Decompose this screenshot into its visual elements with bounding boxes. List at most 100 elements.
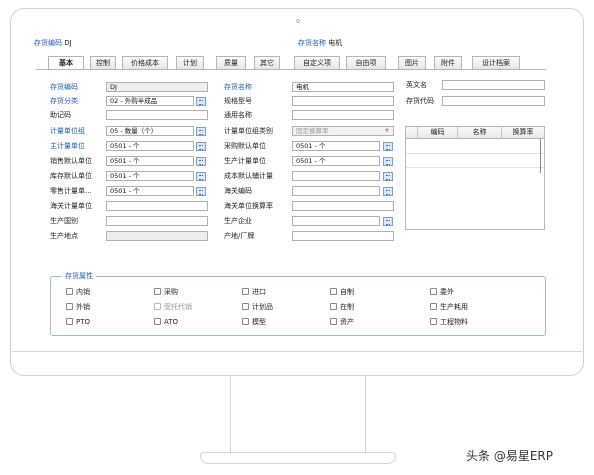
cost-aux-unit-field[interactable] bbox=[292, 171, 380, 181]
tab-attachment[interactable]: 附件 bbox=[434, 56, 462, 69]
checkbox-model[interactable]: 模型 bbox=[242, 318, 266, 327]
checkbox-icon bbox=[154, 303, 161, 310]
checkbox-purchase[interactable]: 采购 bbox=[154, 288, 178, 297]
tab-free-items[interactable]: 自由项 bbox=[346, 56, 386, 69]
production-unit-field[interactable]: 0501 - 个 bbox=[292, 156, 380, 166]
tab-plan[interactable]: 计划 bbox=[176, 56, 204, 69]
checkbox-import[interactable]: 进口 bbox=[242, 288, 266, 297]
grid-row-line bbox=[406, 167, 544, 168]
checkbox-icon[interactable] bbox=[330, 288, 337, 295]
attributes-title: 存货属性 bbox=[62, 271, 96, 281]
label-main-unit: 主计量单位 bbox=[50, 142, 85, 150]
unit-group-field[interactable]: 05 - 数量（个） bbox=[106, 126, 194, 136]
label-common-name: 通用名称 bbox=[224, 111, 252, 119]
checkbox-export-sales[interactable]: 外销 bbox=[66, 303, 90, 312]
checkbox-icon[interactable] bbox=[66, 303, 73, 310]
lookup-icon[interactable] bbox=[196, 171, 206, 181]
checkbox-icon[interactable] bbox=[242, 318, 249, 325]
label-retail-unit: 零售计量单... bbox=[50, 187, 92, 195]
label-manufacturer: 生产企业 bbox=[224, 217, 252, 225]
label-customs-conversion-rate: 海关单位换算率 bbox=[224, 202, 273, 210]
checkbox-planned-item[interactable]: 计划品 bbox=[242, 303, 273, 312]
watermark: 头条 @易星ERP bbox=[466, 449, 553, 463]
checkbox-engineering-material[interactable]: 工程物料 bbox=[430, 318, 468, 327]
tab-quality[interactable]: 质量 bbox=[216, 56, 246, 69]
tab-other[interactable]: 其它 bbox=[254, 56, 280, 69]
retail-unit-field[interactable]: 0501 - 个 bbox=[106, 186, 194, 196]
label-customs-code: 海关编码 bbox=[224, 187, 252, 195]
stock-default-unit-field[interactable]: 0501 - 个 bbox=[106, 171, 194, 181]
common-name-field[interactable] bbox=[292, 110, 394, 120]
checkbox-outsourced[interactable]: 委外 bbox=[430, 288, 454, 297]
checkbox-icon[interactable] bbox=[430, 303, 437, 310]
checkbox-icon[interactable] bbox=[242, 303, 249, 310]
tab-price-cost[interactable]: 价格成本 bbox=[122, 56, 168, 69]
label-customs-unit: 海关计量单位 bbox=[50, 202, 92, 210]
grid-header-rate[interactable]: 换算率 bbox=[502, 127, 544, 139]
checkbox-self-made[interactable]: 自制 bbox=[330, 288, 354, 297]
checkbox-domestic-sales[interactable]: 内销 bbox=[66, 288, 90, 297]
header-code: 存货编码 DJ bbox=[34, 38, 72, 48]
tab-design-archive[interactable]: 设计档案 bbox=[472, 56, 520, 69]
checkbox-asset[interactable]: 资产 bbox=[330, 318, 354, 327]
country-of-origin-field[interactable] bbox=[106, 216, 208, 226]
lookup-icon[interactable] bbox=[383, 141, 393, 151]
header-name-value: 电机 bbox=[328, 39, 343, 47]
english-name-field[interactable] bbox=[442, 80, 545, 90]
grid-header-name[interactable]: 名称 bbox=[458, 127, 502, 139]
checkbox-icon[interactable] bbox=[330, 318, 337, 325]
label-production-unit: 生产计量单位 bbox=[224, 157, 266, 165]
main-unit-field[interactable]: 0501 - 个 bbox=[106, 141, 194, 151]
inventory-category-field[interactable]: 02 - 外购半成品 bbox=[106, 96, 194, 106]
checkbox-icon[interactable] bbox=[66, 288, 73, 295]
manufacturer-field[interactable] bbox=[292, 216, 380, 226]
lookup-icon[interactable] bbox=[196, 141, 206, 151]
checkbox-icon[interactable] bbox=[154, 288, 161, 295]
tab-control[interactable]: 控制 bbox=[90, 56, 116, 69]
checkbox-in-process[interactable]: 在制 bbox=[330, 303, 354, 312]
label-unit-group-type: 计量单位组类别 bbox=[224, 127, 273, 135]
unit-group-type-select[interactable]: 固定换算率 bbox=[292, 126, 394, 136]
tab-basic[interactable]: 基本 bbox=[48, 56, 84, 70]
checkbox-icon[interactable] bbox=[330, 303, 337, 310]
lookup-icon[interactable] bbox=[196, 96, 206, 106]
checkbox-icon[interactable] bbox=[430, 288, 437, 295]
purchase-default-unit-field[interactable]: 0501 - 个 bbox=[292, 141, 380, 151]
label-sales-default-unit: 销售默认单位 bbox=[50, 157, 92, 165]
inventory-alias-code-field[interactable] bbox=[442, 96, 545, 106]
checkbox-pto[interactable]: PTO bbox=[66, 318, 90, 327]
unit-conversion-grid: 编码 名称 换算率 bbox=[405, 126, 545, 230]
customs-conversion-rate-field[interactable] bbox=[292, 201, 394, 211]
sales-default-unit-field[interactable]: 0501 - 个 bbox=[106, 156, 194, 166]
customs-unit-field[interactable] bbox=[106, 201, 208, 211]
lookup-icon[interactable] bbox=[383, 171, 393, 181]
inventory-name-field[interactable]: 电机 bbox=[292, 82, 394, 92]
checkbox-icon[interactable] bbox=[430, 318, 437, 325]
lookup-icon[interactable] bbox=[383, 156, 393, 166]
checkbox-ato[interactable]: ATO bbox=[154, 318, 178, 327]
checkbox-icon[interactable] bbox=[242, 288, 249, 295]
label-country-of-origin: 生产国别 bbox=[50, 217, 78, 225]
production-location-field[interactable] bbox=[106, 231, 208, 241]
attributes-group bbox=[50, 276, 546, 336]
lookup-icon[interactable] bbox=[383, 186, 393, 196]
lookup-icon[interactable] bbox=[196, 156, 206, 166]
grid-scroll-indicator bbox=[540, 139, 541, 173]
customs-code-field[interactable] bbox=[292, 186, 380, 196]
tab-picture[interactable]: 图片 bbox=[398, 56, 426, 69]
origin-brand-field[interactable] bbox=[292, 231, 394, 241]
lookup-icon[interactable] bbox=[383, 216, 393, 226]
checkbox-icon[interactable] bbox=[154, 318, 161, 325]
label-spec-model: 规格型号 bbox=[224, 97, 252, 105]
label-purchase-default-unit: 采购默认单位 bbox=[224, 142, 266, 150]
checkbox-icon[interactable] bbox=[66, 318, 73, 325]
lookup-icon[interactable] bbox=[196, 126, 206, 136]
checkbox-production-consumption[interactable]: 生产耗用 bbox=[430, 303, 468, 312]
label-stock-default-unit: 库存默认单位 bbox=[50, 172, 92, 180]
tab-custom-items[interactable]: 自定义项 bbox=[294, 56, 340, 69]
mnemonic-code-field[interactable] bbox=[106, 110, 208, 120]
grid-header-code[interactable]: 编码 bbox=[418, 127, 458, 139]
inventory-code-field[interactable]: DJ bbox=[106, 82, 208, 92]
spec-model-field[interactable] bbox=[292, 96, 394, 106]
lookup-icon[interactable] bbox=[196, 186, 206, 196]
